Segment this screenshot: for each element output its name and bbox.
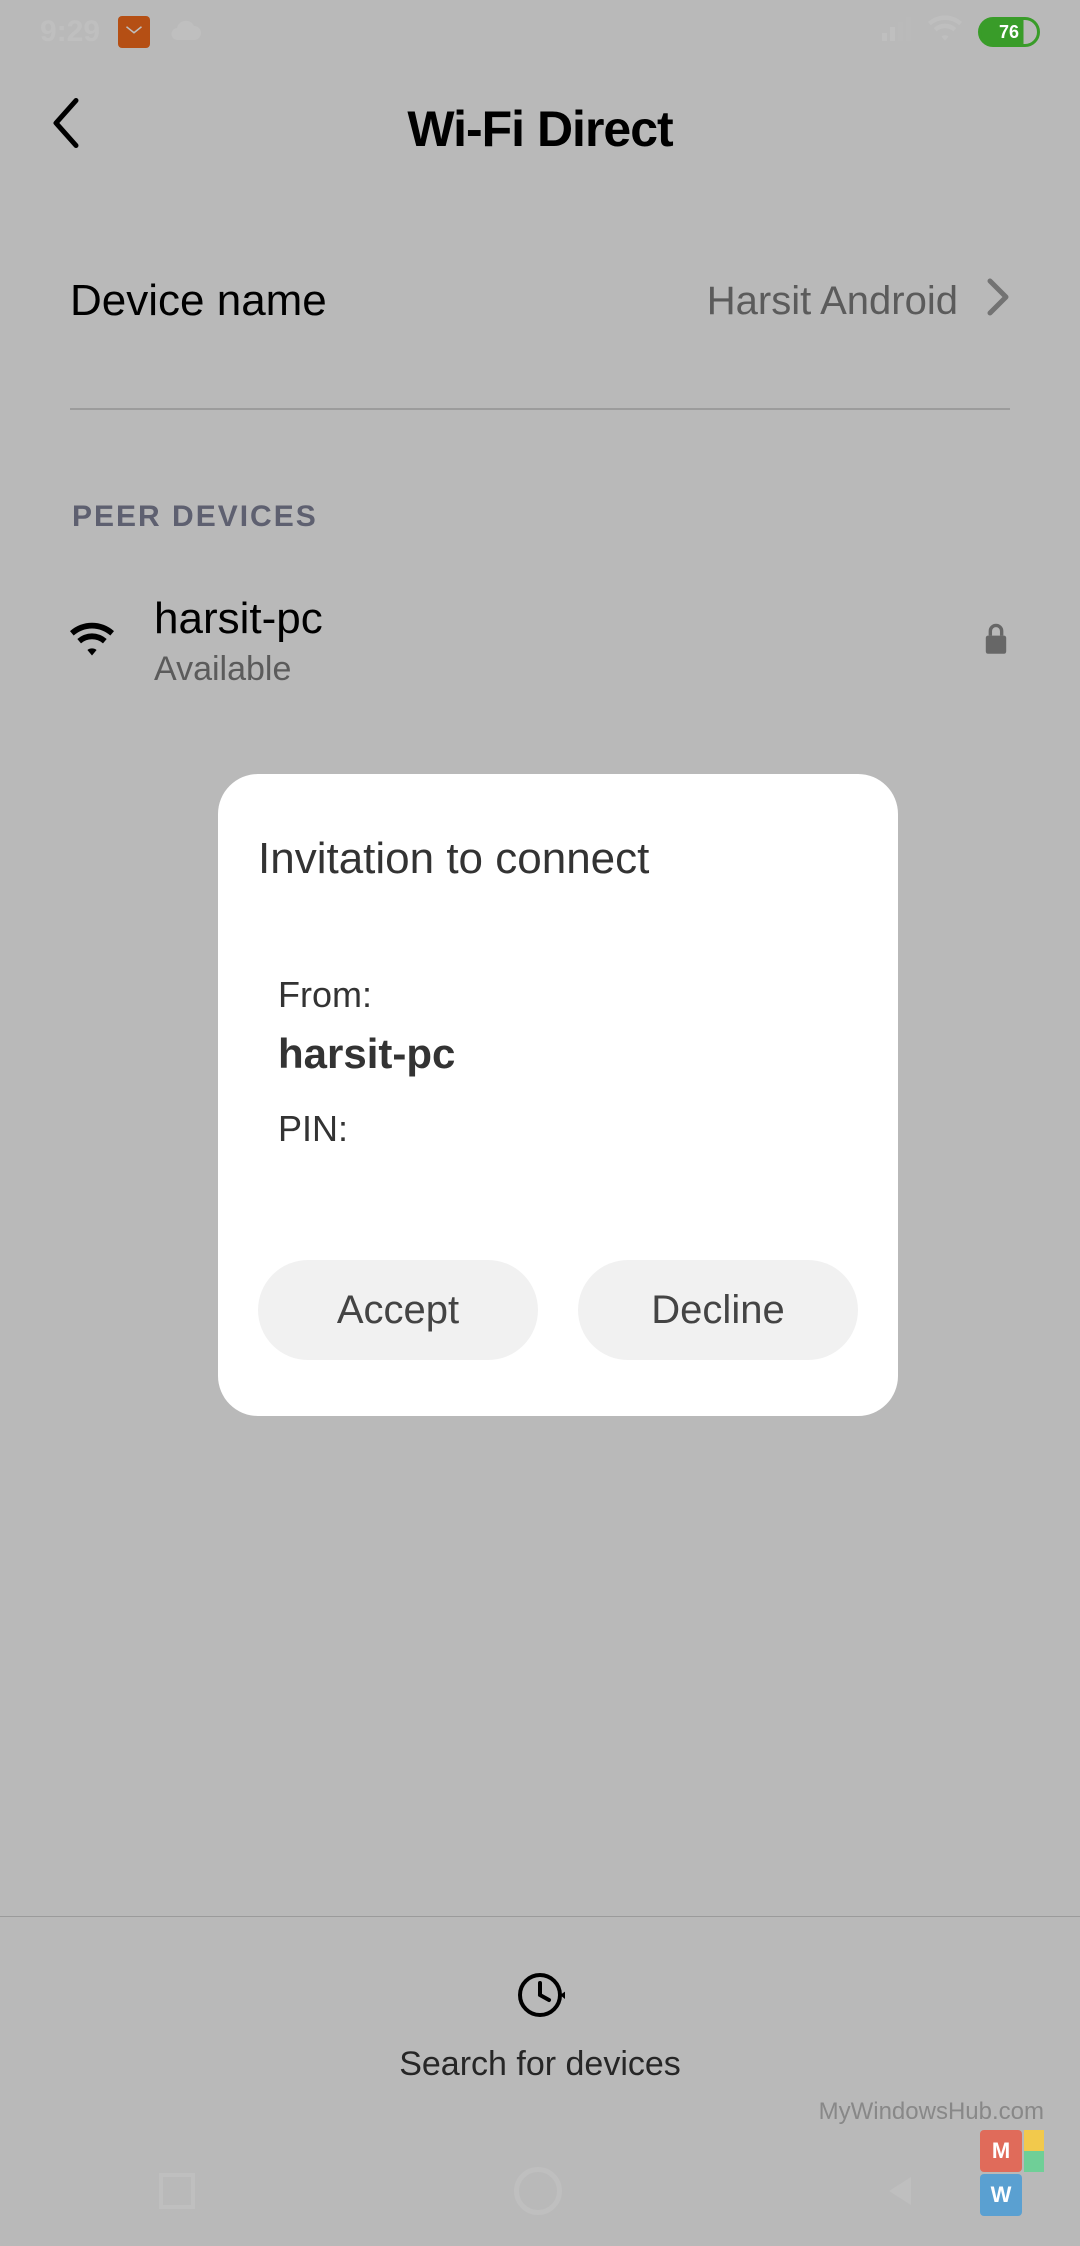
battery-pct: 76 — [999, 22, 1019, 43]
dialog-title: Invitation to connect — [258, 834, 858, 884]
dialog-pin-label: PIN: — [278, 1108, 838, 1150]
dialog-body: From: harsit-pc PIN: — [258, 974, 858, 1150]
decline-button[interactable]: Decline — [578, 1260, 858, 1360]
dialog-from-label: From: — [278, 974, 838, 1016]
invitation-dialog: Invitation to connect From: harsit-pc PI… — [218, 774, 898, 1416]
dialog-from-name: harsit-pc — [278, 1030, 838, 1078]
dialog-buttons: Accept Decline — [258, 1260, 858, 1360]
accept-button[interactable]: Accept — [258, 1260, 538, 1360]
